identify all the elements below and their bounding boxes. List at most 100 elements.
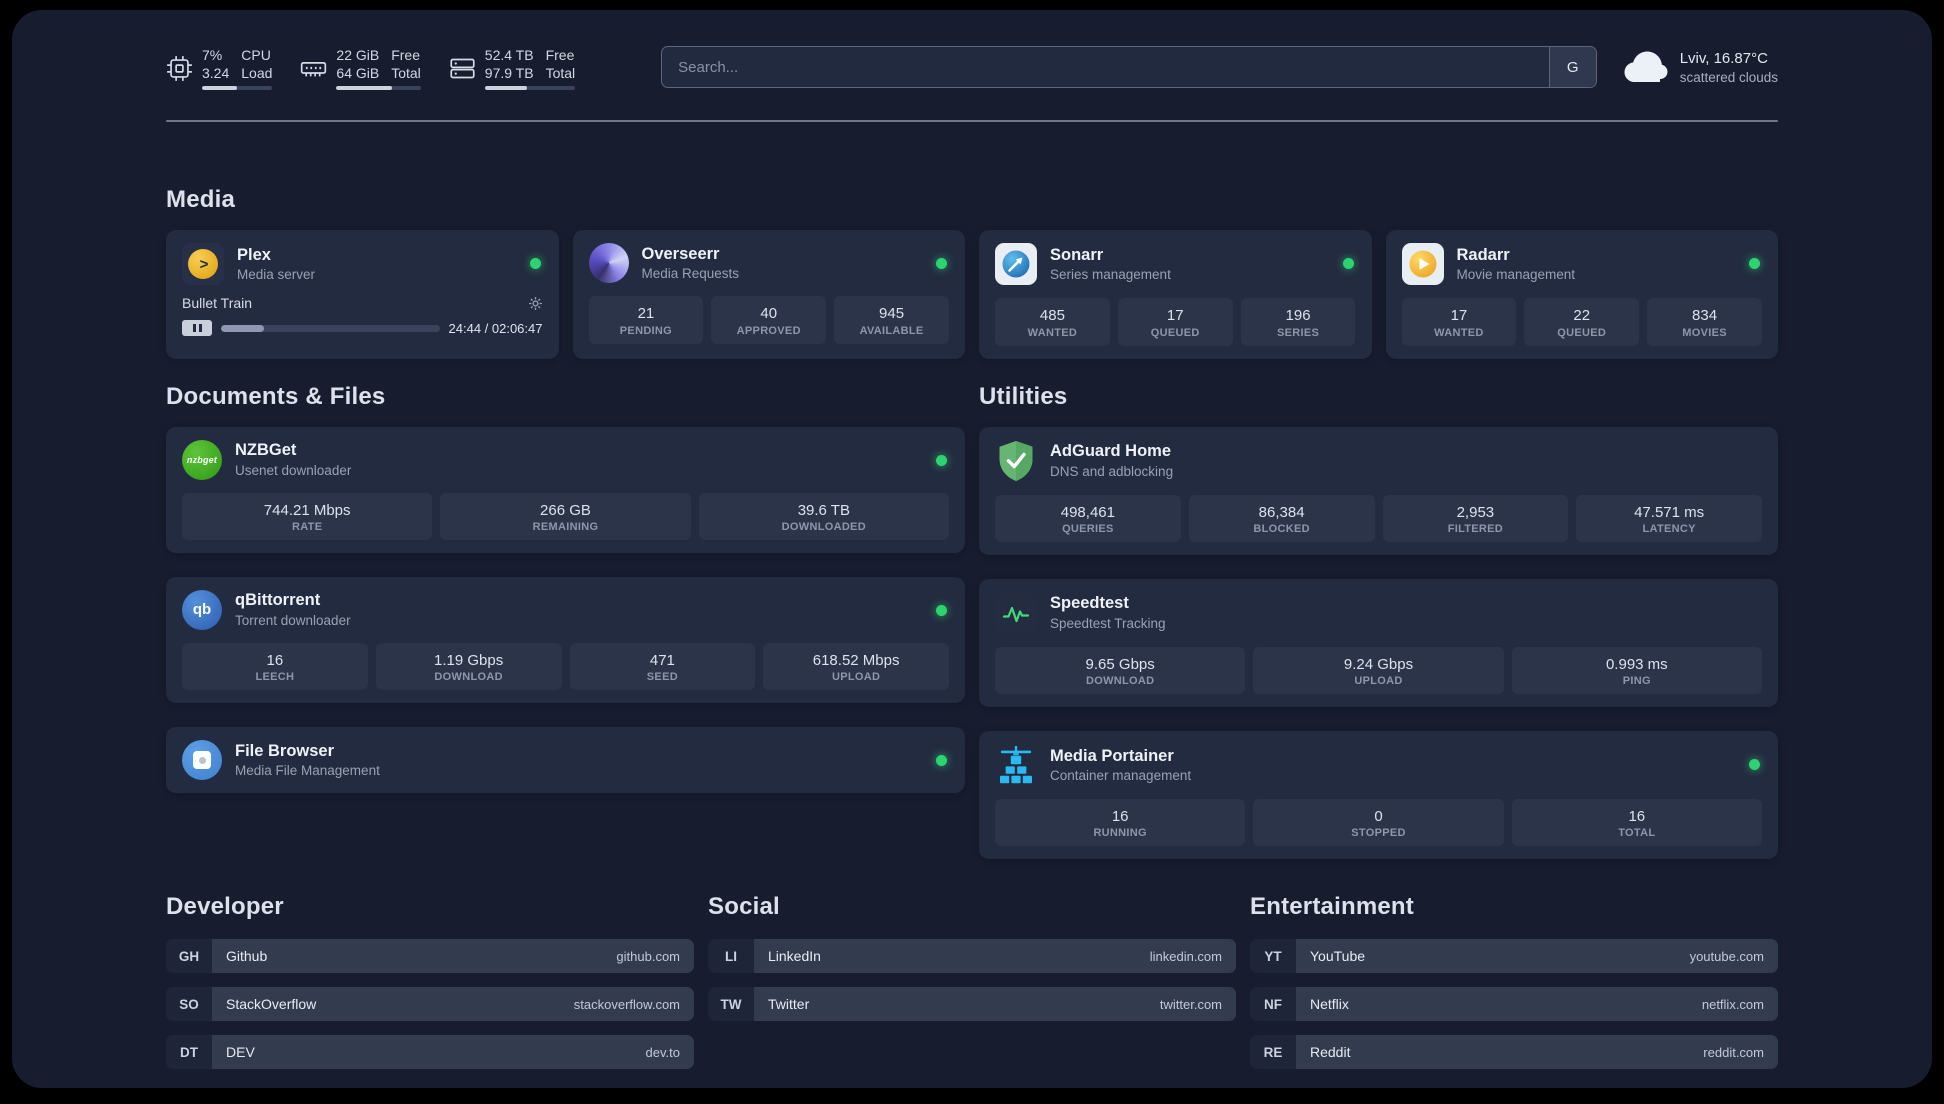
bookmark-name: Netflix bbox=[1310, 996, 1349, 1013]
stat-label: RUNNING bbox=[1093, 827, 1147, 840]
resource-body: 52.4 TB 97.9 TB Free Total bbox=[484, 46, 576, 91]
radarr-icon bbox=[1401, 243, 1444, 286]
search-input[interactable] bbox=[662, 47, 1549, 88]
cpu-progress-fill bbox=[202, 86, 238, 91]
stat-value: 618.52 Mbps bbox=[812, 651, 900, 669]
stat-label: WANTED bbox=[1027, 326, 1078, 339]
service-card-qbittorrent[interactable]: qb qBittorrent Torrent downloader 16 LEE… bbox=[166, 576, 965, 704]
bookmark-youtube[interactable]: YT YouTube youtube.com bbox=[1250, 939, 1778, 974]
playback-progress-bar bbox=[221, 324, 440, 332]
stat-label: SERIES bbox=[1276, 326, 1320, 339]
service-card-nzbget[interactable]: nzbget NZBGet Usenet downloader 744.21 M… bbox=[166, 426, 965, 553]
disk-total-value: 97.9 TB bbox=[484, 65, 534, 82]
stat-tile: 16 LEECH bbox=[182, 642, 368, 691]
stat-tile: 0 STOPPED bbox=[1253, 799, 1504, 847]
stat-tile: 21 PENDING bbox=[588, 296, 704, 344]
bookmark-list: YT YouTube youtube.com NF Netflix netfli… bbox=[1250, 939, 1778, 1070]
card-titles: Sonarr Series management bbox=[1050, 245, 1171, 284]
stats-row: 9.65 Gbps DOWNLOAD 9.24 Gbps UPLOAD 0.99… bbox=[995, 646, 1762, 695]
service-card-sonarr[interactable]: Sonarr Series management 485 WANTED 17 Q… bbox=[979, 230, 1372, 359]
bookmark-domain: linkedin.com bbox=[1149, 948, 1222, 964]
memory-icon bbox=[300, 55, 327, 82]
media-grid: > Plex Media server Bullet Train 24:44 /… bbox=[166, 230, 1778, 359]
disk-free-value: 52.4 TB bbox=[484, 47, 534, 63]
card-titles: NZBGet Usenet downloader bbox=[235, 440, 351, 479]
now-playing-widget: Bullet Train 24:44 / 02:06:47 bbox=[182, 295, 543, 337]
bookmark-domain: github.com bbox=[616, 948, 680, 964]
stat-tile: 9.65 Gbps DOWNLOAD bbox=[995, 646, 1246, 695]
service-card-portainer[interactable]: Media Portainer Container management 16 … bbox=[979, 731, 1778, 860]
stat-tile: 485 WANTED bbox=[995, 298, 1110, 346]
playback-row: 24:44 / 02:06:47 bbox=[182, 320, 543, 337]
service-card-speedtest[interactable]: Speedtest Speedtest Tracking 9.65 Gbps D… bbox=[979, 578, 1778, 708]
pause-icon bbox=[182, 320, 212, 337]
search-provider-button[interactable]: G bbox=[1548, 47, 1596, 88]
dashboard-panel: 7% 3.24 CPU Load 22 GiB 64 GiB Free Tota… bbox=[12, 10, 1932, 1088]
bookmark-abbr: DT bbox=[166, 1035, 212, 1070]
card-header: Sonarr Series management bbox=[995, 243, 1356, 286]
service-card-adguard[interactable]: AdGuard Home DNS and adblocking 498,461 … bbox=[979, 426, 1778, 555]
bookmarks-entertainment: Entertainment YT YouTube youtube.com NF … bbox=[1250, 893, 1778, 1070]
bookmark-stackoverflow[interactable]: SO StackOverflow stackoverflow.com bbox=[166, 987, 694, 1022]
section-title-social: Social bbox=[708, 893, 780, 921]
bookmark-netflix[interactable]: NF Netflix netflix.com bbox=[1250, 987, 1778, 1022]
stat-label: QUEUED bbox=[1557, 326, 1607, 339]
status-dot bbox=[1342, 258, 1354, 270]
stat-tile: 744.21 Mbps RATE bbox=[182, 492, 433, 540]
card-subtitle: Speedtest Tracking bbox=[1050, 615, 1166, 631]
bookmark-reddit[interactable]: RE Reddit reddit.com bbox=[1250, 1035, 1778, 1070]
cpu-label-top: CPU bbox=[241, 47, 271, 63]
stat-label: UPLOAD bbox=[1354, 675, 1403, 688]
service-card-radarr[interactable]: Radarr Movie management 17 WANTED 22 QUE… bbox=[1385, 230, 1778, 359]
stats-row: 744.21 Mbps RATE 266 GB REMAINING 39.6 T… bbox=[182, 492, 949, 540]
card-subtitle: Media File Management bbox=[235, 763, 380, 779]
stat-value: 1.19 Gbps bbox=[434, 651, 504, 669]
service-card-plex[interactable]: > Plex Media server Bullet Train 24:44 /… bbox=[166, 230, 559, 359]
card-header: nzbget NZBGet Usenet downloader bbox=[182, 439, 949, 480]
status-dot bbox=[936, 755, 947, 767]
resource-body: 7% 3.24 CPU Load bbox=[202, 46, 273, 91]
bookmark-twitter[interactable]: TW Twitter twitter.com bbox=[708, 987, 1236, 1022]
stat-tile: 22 QUEUED bbox=[1524, 298, 1640, 346]
section-title-documents: Documents & Files bbox=[166, 382, 386, 410]
bookmark-dev[interactable]: DT DEV dev.to bbox=[166, 1035, 694, 1070]
weather-text: Lviv, 16.87°C scattered clouds bbox=[1680, 49, 1778, 87]
card-title: File Browser bbox=[235, 741, 335, 760]
topbar: 7% 3.24 CPU Load 22 GiB 64 GiB Free Tota… bbox=[166, 46, 1778, 91]
stats-row: 17 WANTED 22 QUEUED 834 MOVIES bbox=[1401, 298, 1763, 346]
card-subtitle: DNS and adblocking bbox=[1050, 463, 1174, 479]
stat-value: 47.571 ms bbox=[1634, 503, 1705, 521]
plex-icon: > bbox=[182, 243, 224, 286]
bookmark-github[interactable]: GH Github github.com bbox=[166, 939, 694, 974]
card-header: > Plex Media server bbox=[182, 243, 543, 286]
status-dot bbox=[1749, 759, 1760, 771]
gear-icon[interactable] bbox=[528, 296, 543, 311]
cpu-progress-bar bbox=[202, 86, 273, 91]
cpu-percent: 7% bbox=[202, 47, 223, 63]
weather-location: Lviv, 16.87°C bbox=[1679, 49, 1768, 67]
stat-value: 9.24 Gbps bbox=[1343, 655, 1414, 673]
stat-label: DOWNLOADED bbox=[781, 520, 866, 533]
stat-label: PENDING bbox=[619, 324, 673, 337]
resource-text: 52.4 TB 97.9 TB Free Total bbox=[485, 46, 575, 82]
stat-label: MOVIES bbox=[1682, 326, 1727, 339]
stat-value: 16 bbox=[1111, 808, 1129, 826]
bookmark-domain: youtube.com bbox=[1689, 948, 1764, 964]
cpu-icon bbox=[166, 55, 193, 82]
stat-value: 0 bbox=[1374, 808, 1383, 826]
card-titles: Media Portainer Container management bbox=[1050, 746, 1191, 785]
bookmark-linkedin[interactable]: LI LinkedIn linkedin.com bbox=[708, 939, 1236, 974]
service-card-filebrowser[interactable]: File Browser Media File Management bbox=[166, 727, 965, 794]
stat-value: 485 bbox=[1039, 307, 1065, 325]
card-title: Sonarr bbox=[1050, 245, 1104, 264]
disk-label-top: Free bbox=[545, 47, 575, 63]
disk-progress-fill bbox=[484, 86, 528, 91]
weather-widget: Lviv, 16.87°C scattered clouds bbox=[1623, 49, 1778, 88]
plex-chevron-glyph: > bbox=[199, 255, 209, 273]
stat-label: FILTERED bbox=[1447, 522, 1504, 535]
stat-value: 40 bbox=[760, 305, 778, 323]
stat-value: 16 bbox=[1628, 808, 1646, 826]
stat-label: WANTED bbox=[1434, 326, 1484, 339]
service-card-overseerr[interactable]: Overseerr Media Requests 21 PENDING 40 A… bbox=[572, 230, 965, 359]
stats-row: 21 PENDING 40 APPROVED 945 AVAILABLE bbox=[588, 296, 950, 344]
